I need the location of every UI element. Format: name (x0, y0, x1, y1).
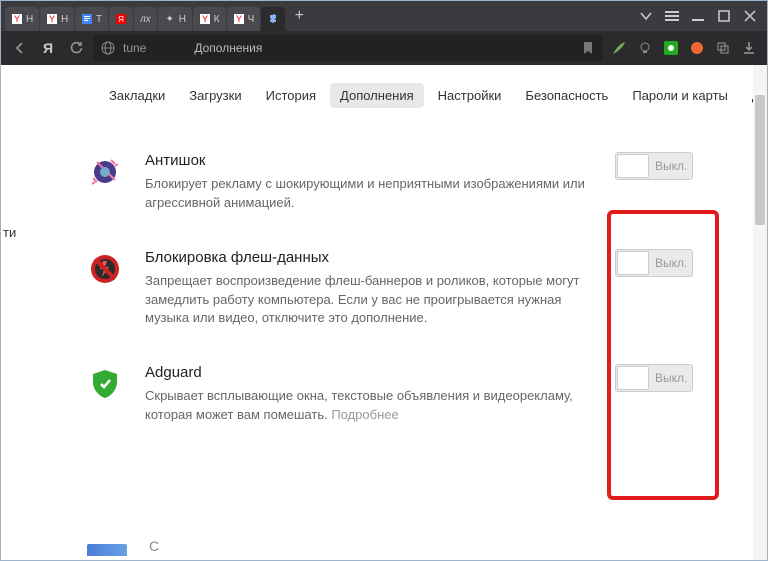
puzzle-icon (267, 13, 279, 25)
left-cut-text: ти (3, 225, 16, 240)
cut-addon-icon (87, 544, 127, 556)
svg-text:Y: Y (202, 14, 208, 24)
nav-tab-history[interactable]: История (256, 83, 326, 108)
yandex-icon: Я (115, 13, 127, 25)
addon-row: Антишок Блокирует рекламу с шокирующими … (87, 138, 753, 235)
close-button[interactable] (737, 1, 763, 31)
nav-tab-settings[interactable]: Настройки (428, 83, 512, 108)
star-icon: ✦ (164, 13, 176, 25)
addon-title: Блокировка флеш-данных (145, 249, 585, 266)
lightbulb-icon[interactable] (635, 38, 655, 58)
globe-icon (101, 41, 115, 55)
browser-tab-active[interactable] (261, 7, 285, 31)
menu-icon[interactable] (659, 1, 685, 31)
reload-button[interactable] (65, 37, 87, 59)
nav-tab-passwords[interactable]: Пароли и карты (622, 83, 738, 108)
addon-toggle[interactable]: Выкл. (615, 364, 693, 392)
addon-title: Adguard (145, 364, 585, 381)
addon-title: Антишок (145, 152, 585, 169)
browser-tab[interactable]: ✦Н (158, 7, 192, 31)
addons-list: Антишок Блокирует рекламу с шокирующими … (1, 122, 753, 447)
new-tab-button[interactable]: + (286, 1, 312, 31)
url-path: tune (123, 41, 146, 55)
downloads-icon[interactable] (739, 38, 759, 58)
yandex-icon: Y (46, 13, 58, 25)
svg-text:Y: Y (236, 14, 242, 24)
adguard-icon (87, 366, 123, 402)
extension-green-icon[interactable] (661, 38, 681, 58)
nav-tab-downloads[interactable]: Загрузки (179, 83, 251, 108)
addon-row: Adguard Скрывает всплывающие окна, текст… (87, 350, 753, 447)
svg-text:Я: Я (118, 15, 124, 24)
nav-tab-addons[interactable]: Дополнения (330, 83, 424, 108)
url-page-title: Дополнения (194, 41, 262, 55)
yandex-icon: Y (11, 13, 23, 25)
yandex-home-icon[interactable]: Я (37, 37, 59, 59)
minimize-button[interactable] (685, 1, 711, 31)
antishock-icon (87, 154, 123, 190)
toggle-label: Выкл. (655, 159, 687, 173)
svg-text:Y: Y (49, 14, 55, 24)
extension-orange-icon[interactable] (687, 38, 707, 58)
svg-text:Y: Y (14, 14, 20, 24)
yandex-icon: Y (199, 13, 211, 25)
scrollbar[interactable] (753, 65, 767, 560)
nav-tab-bookmarks[interactable]: Закладки (99, 83, 175, 108)
toggle-knob (617, 154, 649, 178)
address-bar: Я tune Дополнения (1, 31, 767, 65)
browser-tab[interactable]: лх (134, 7, 157, 31)
toggle-knob (617, 251, 649, 275)
browser-tab[interactable]: YН (5, 7, 39, 31)
addon-description: Блокирует рекламу с шокирующими и неприя… (145, 175, 585, 213)
toggle-knob (617, 366, 649, 390)
browser-tab[interactable]: YК (193, 7, 226, 31)
toggle-label: Выкл. (655, 371, 687, 385)
copy-icon[interactable] (713, 38, 733, 58)
scrollbar-thumb[interactable] (755, 95, 765, 225)
maximize-button[interactable] (711, 1, 737, 31)
browser-tab[interactable]: Т (75, 7, 108, 31)
addon-toggle[interactable]: Выкл. (615, 249, 693, 277)
toggle-label: Выкл. (655, 256, 687, 270)
tabs-overview-icon[interactable] (633, 1, 659, 31)
back-button[interactable] (9, 37, 31, 59)
addon-toggle[interactable]: Выкл. (615, 152, 693, 180)
addon-more-link[interactable]: Подробнее (331, 407, 398, 422)
nav-tab-other[interactable]: Дру (742, 83, 753, 108)
addon-row: Блокировка флеш-данных Запрещает воспрои… (87, 235, 753, 351)
page-content: Закладки Загрузки История Дополнения Нас… (1, 65, 767, 560)
url-input[interactable]: tune Дополнения (93, 35, 603, 61)
settings-nav: Закладки Загрузки История Дополнения Нас… (1, 65, 753, 122)
yandex-icon: Y (233, 13, 245, 25)
browser-titlebar: YН YН Т Я лх ✦Н YК YЧ + (1, 1, 767, 31)
flashblock-icon (87, 251, 123, 287)
addon-description: Запрещает воспроизведение флеш-баннеров … (145, 272, 585, 329)
browser-tab[interactable]: YН (40, 7, 74, 31)
bookmark-icon[interactable] (581, 41, 595, 55)
feather-icon[interactable] (609, 38, 629, 58)
doc-icon (81, 13, 93, 25)
browser-tab[interactable]: Я (109, 7, 133, 31)
addon-description: Скрывает всплывающие окна, текстовые объ… (145, 387, 585, 425)
cut-text: С (149, 538, 159, 554)
nav-tab-security[interactable]: Безопасность (515, 83, 618, 108)
browser-tab[interactable]: YЧ (227, 7, 261, 31)
